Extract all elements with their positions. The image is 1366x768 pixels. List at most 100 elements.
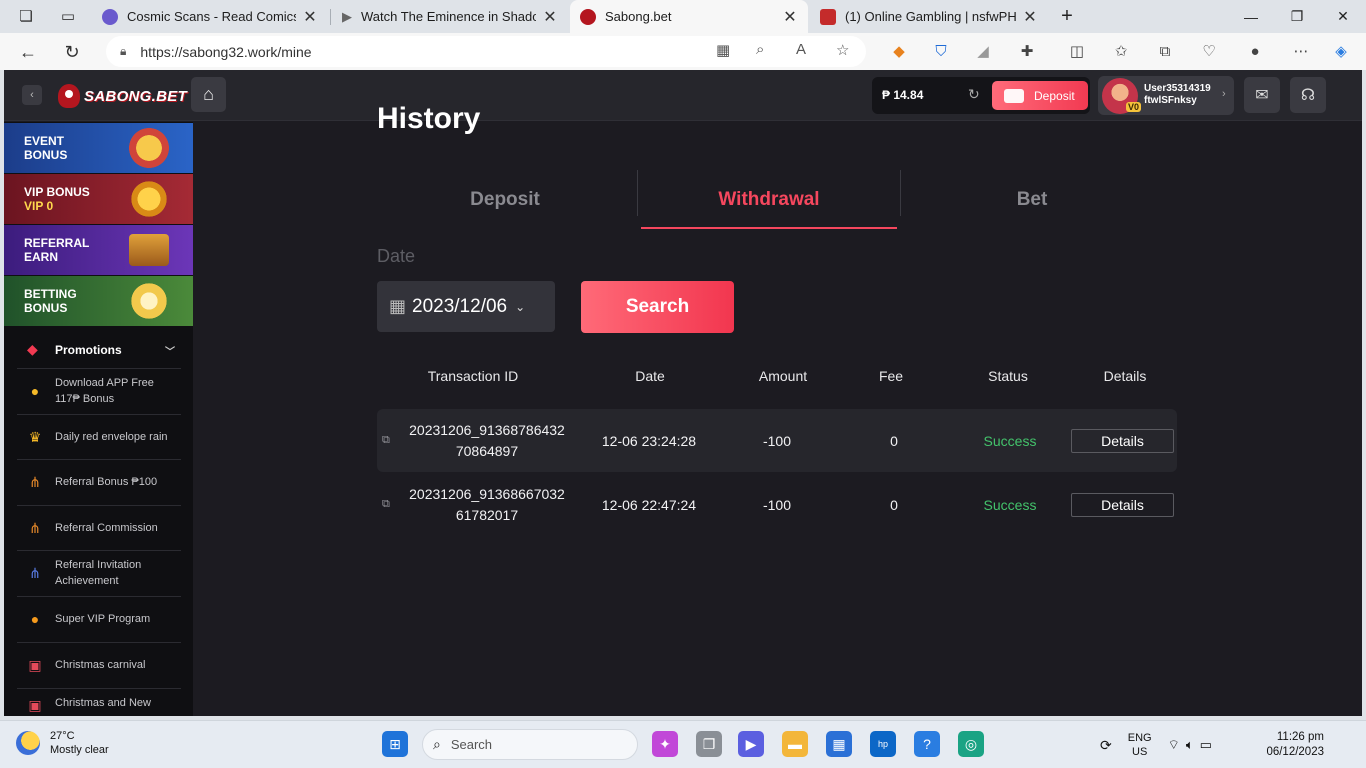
- vip-medal-icon: [129, 179, 169, 219]
- sidebar-item-super-vip[interactable]: ● Super VIP Program: [17, 596, 181, 641]
- task-view-icon[interactable]: ❐: [696, 731, 722, 757]
- sidebar-item-referral-bonus[interactable]: ⋔ Referral Bonus ₱100: [17, 459, 181, 504]
- language-indicator[interactable]: ENG US: [1128, 731, 1152, 759]
- sidebar-item-christmas-new[interactable]: ▣ Christmas and New: [17, 688, 181, 716]
- support-button[interactable]: ☊: [1290, 77, 1326, 113]
- tab-cosmic-scans[interactable]: Cosmic Scans - Read Comics ✕: [92, 0, 328, 33]
- transaction-amount: -100: [762, 497, 792, 513]
- close-icon[interactable]: ✕: [782, 7, 798, 27]
- help-icon[interactable]: ?: [914, 731, 940, 757]
- metamask-icon[interactable]: ◆: [888, 40, 910, 62]
- home-button[interactable]: ⌂: [191, 77, 226, 112]
- vip-bonus-banner[interactable]: VIP BONUS VIP 0: [4, 174, 193, 224]
- split-screen-icon[interactable]: ◫: [1066, 40, 1088, 62]
- collections-icon[interactable]: ⧉: [1154, 40, 1176, 62]
- headset-icon: ☊: [1300, 87, 1316, 104]
- status-badge: Success: [983, 497, 1037, 513]
- copilot-app-icon[interactable]: ✦: [652, 731, 678, 757]
- event-bonus-banner[interactable]: EVENT BONUS: [4, 123, 193, 173]
- close-window-button[interactable]: ✕: [1320, 0, 1366, 33]
- date-picker[interactable]: ▦ 2023/12/06 ⌄: [377, 281, 555, 332]
- clock[interactable]: 11:26 pm 06/12/2023: [1258, 730, 1324, 760]
- zoom-icon[interactable]: ⌕: [756, 41, 764, 58]
- workspaces-icon[interactable]: ❏: [12, 2, 40, 30]
- edge-browser-icon[interactable]: ◎: [958, 731, 984, 757]
- tab-deposit[interactable]: Deposit: [374, 170, 636, 230]
- back-arrow-icon[interactable]: ←: [14, 38, 42, 66]
- weather-text: Mostly clear: [50, 744, 109, 756]
- user-menu[interactable]: V0 User35314319 ftwlSFnksy ›: [1098, 76, 1234, 115]
- mail-button[interactable]: ✉: [1244, 77, 1280, 113]
- extensions-puzzle-icon[interactable]: ✚: [1016, 40, 1038, 62]
- search-button[interactable]: Search: [581, 281, 734, 333]
- betting-bonus-banner[interactable]: BETTING BONUS: [4, 276, 193, 326]
- volume-icon[interactable]: 🔈︎: [1186, 737, 1194, 753]
- weather-widget[interactable]: 27°C Mostly clear: [16, 729, 109, 757]
- copy-icon[interactable]: ⧉: [382, 498, 390, 511]
- favorites-icon[interactable]: ✩: [1110, 40, 1132, 62]
- tab-bet[interactable]: Bet: [901, 170, 1163, 230]
- url-field[interactable]: 🔒︎ https://sabong32.work/mine: [106, 36, 866, 67]
- close-icon[interactable]: ✕: [542, 7, 558, 27]
- username: User35314319: [1144, 83, 1211, 94]
- mail-icon: ✉: [1255, 87, 1269, 104]
- read-aloud-icon[interactable]: A: [796, 41, 806, 58]
- profile-icon[interactable]: ●: [1244, 40, 1266, 62]
- tab-sabong[interactable]: Sabong.bet ✕: [570, 0, 808, 33]
- teams-icon[interactable]: ▶: [738, 731, 764, 757]
- sidebar-item-referral-commission[interactable]: ⋔ Referral Commission: [17, 505, 181, 550]
- more-menu-icon[interactable]: ⋯: [1290, 40, 1312, 62]
- close-icon[interactable]: ✕: [1022, 7, 1038, 27]
- tab-withdrawal[interactable]: Withdrawal: [638, 170, 900, 230]
- sidebar-item-red-envelope[interactable]: ♛ Daily red envelope rain: [17, 414, 181, 459]
- favorite-star-icon[interactable]: ☆: [836, 41, 849, 59]
- sidebar-item-referral-achievement[interactable]: ⋔ Referral Invitation Achievement: [17, 550, 181, 595]
- close-icon[interactable]: ✕: [302, 7, 318, 27]
- sidebar-item-download-app[interactable]: ● Download APP Free 117₱ Bonus: [17, 368, 181, 413]
- network-icon: ⋔: [29, 474, 41, 490]
- system-tray: ⟳ ENG US ⌔ 🔈︎ ▭: [1100, 729, 1212, 761]
- battery-icon[interactable]: ▭: [1200, 737, 1212, 753]
- performance-icon[interactable]: ♡: [1198, 40, 1220, 62]
- column-header-fee: Fee: [878, 368, 904, 384]
- app-grid-icon[interactable]: ▦: [716, 41, 730, 59]
- store-icon[interactable]: ▦: [826, 731, 852, 757]
- myhp-icon[interactable]: hp: [870, 731, 896, 757]
- file-explorer-icon[interactable]: ▬: [782, 731, 808, 757]
- collapse-sidebar-button[interactable]: ‹: [22, 85, 42, 105]
- column-header-date: Date: [635, 368, 665, 384]
- transaction-fee: 0: [890, 433, 898, 449]
- transaction-date: 12-06 22:47:24: [601, 497, 697, 513]
- restore-button[interactable]: ❐: [1274, 0, 1320, 33]
- wifi-icon[interactable]: ⌔: [1168, 737, 1180, 753]
- sidebar-item-christmas-carnival[interactable]: ▣ Christmas carnival: [17, 642, 181, 687]
- referral-earn-banner[interactable]: REFERRAL EARN: [4, 225, 193, 275]
- details-button[interactable]: Details: [1071, 493, 1174, 517]
- minimize-button[interactable]: —: [1228, 0, 1274, 33]
- copy-icon[interactable]: ⧉: [382, 434, 390, 447]
- taskbar-search[interactable]: ⌕ Search: [422, 729, 638, 760]
- promotions-toggle[interactable]: ◆ Promotions ﹀: [17, 332, 181, 368]
- sync-icon[interactable]: ⟳: [1100, 737, 1112, 754]
- refresh-icon[interactable]: ↻: [58, 38, 86, 66]
- windows-start-icon[interactable]: ⊞: [382, 731, 408, 757]
- tab-nsfwph[interactable]: (1) Online Gambling | nsfwPH Fo ✕: [810, 0, 1048, 33]
- tab-actions-icon[interactable]: ▭: [54, 2, 82, 30]
- tab-eminence[interactable]: ▶ Watch The Eminence in Shadow ✕: [332, 0, 568, 33]
- transaction-date: 12-06 23:24:28: [601, 433, 697, 449]
- sidebar: EVENT BONUS VIP BONUS VIP 0 REFERRAL EAR…: [4, 122, 193, 716]
- refresh-balance-icon[interactable]: ↻: [968, 86, 980, 103]
- details-button[interactable]: Details: [1071, 429, 1174, 453]
- new-tab-button[interactable]: +: [1044, 0, 1090, 33]
- transaction-amount: -100: [762, 433, 792, 449]
- active-tab-indicator: [641, 227, 897, 229]
- gift-box-icon: [129, 128, 169, 168]
- bitwarden-icon[interactable]: ⛉: [930, 40, 952, 62]
- wallet-panel: ₱ 14.84 ↻ Deposit: [872, 77, 1090, 114]
- copilot-icon[interactable]: ◈: [1330, 40, 1352, 62]
- sabong-logo[interactable]: SABONG.BET: [58, 83, 187, 109]
- calendar-icon: ▦: [389, 296, 407, 316]
- deposit-button[interactable]: Deposit: [992, 81, 1088, 110]
- extension-icon[interactable]: ◢: [972, 40, 994, 62]
- treasure-chest-icon: [129, 234, 169, 266]
